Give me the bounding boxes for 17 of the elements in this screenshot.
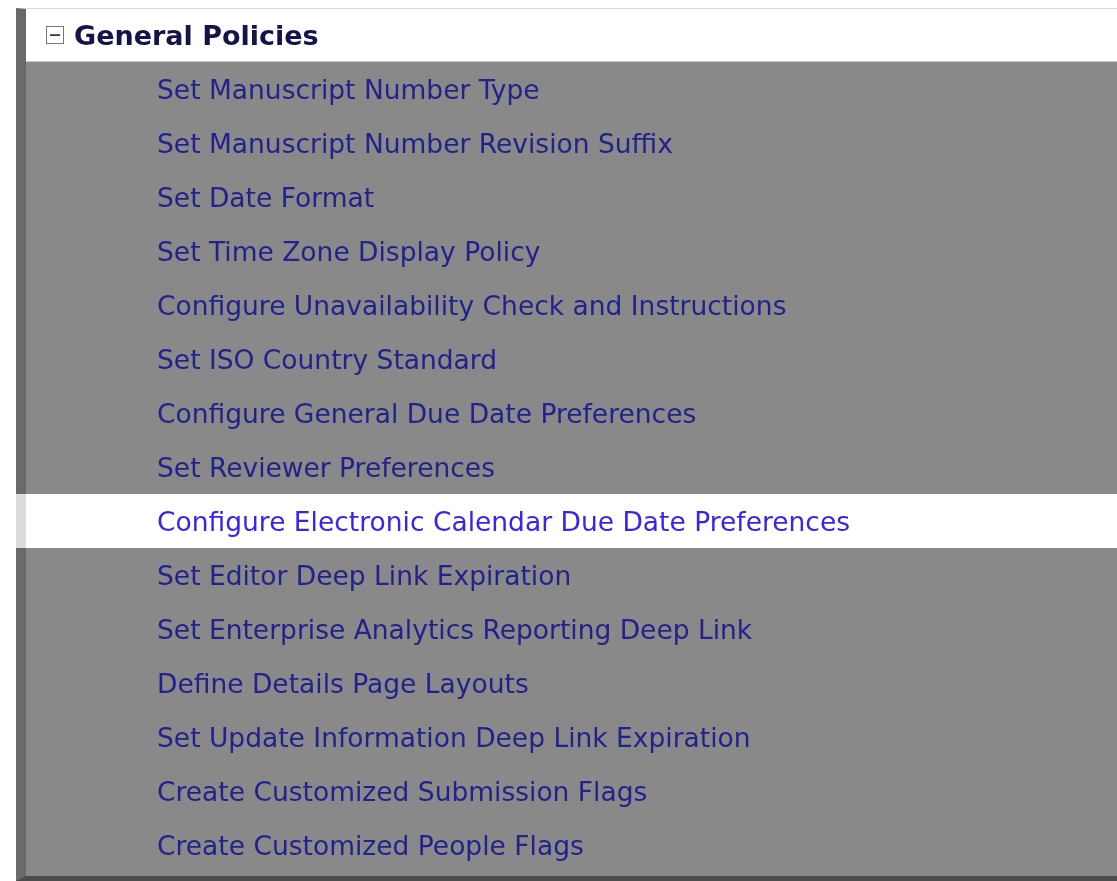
policy-link[interactable]: Set Update Information Deep Link Expiration bbox=[16, 710, 1117, 764]
policy-link[interactable]: Configure Electronic Calendar Due Date Preferences bbox=[16, 494, 1117, 548]
section-title: General Policies bbox=[74, 19, 319, 51]
policy-link[interactable]: Set Reviewer Preferences bbox=[16, 440, 1117, 494]
policy-link[interactable]: Define Details Page Layouts bbox=[16, 656, 1117, 710]
policy-link[interactable]: Set Manuscript Number Type bbox=[16, 62, 1117, 116]
policy-link[interactable]: Set Enterprise Analytics Reporting Deep Link bbox=[16, 602, 1117, 656]
policy-link[interactable]: Set Time Zone Display Policy bbox=[16, 224, 1117, 278]
policy-link[interactable]: Set Date Format bbox=[16, 170, 1117, 224]
policy-link[interactable]: Set ISO Country Standard bbox=[16, 332, 1117, 386]
policy-link[interactable]: Set Editor Deep Link Expiration bbox=[16, 548, 1117, 602]
policy-link[interactable]: Create Customized Submission Flags bbox=[16, 764, 1117, 818]
collapse-toggle[interactable] bbox=[46, 26, 64, 44]
policy-link[interactable]: Configure Unavailability Check and Instructions bbox=[16, 278, 1117, 332]
policy-link[interactable]: Configure General Due Date Preferences bbox=[16, 386, 1117, 440]
policy-link[interactable]: Set Manuscript Number Revision Suffix bbox=[16, 116, 1117, 170]
policy-link[interactable]: Create Customized People Flags bbox=[16, 818, 1117, 872]
